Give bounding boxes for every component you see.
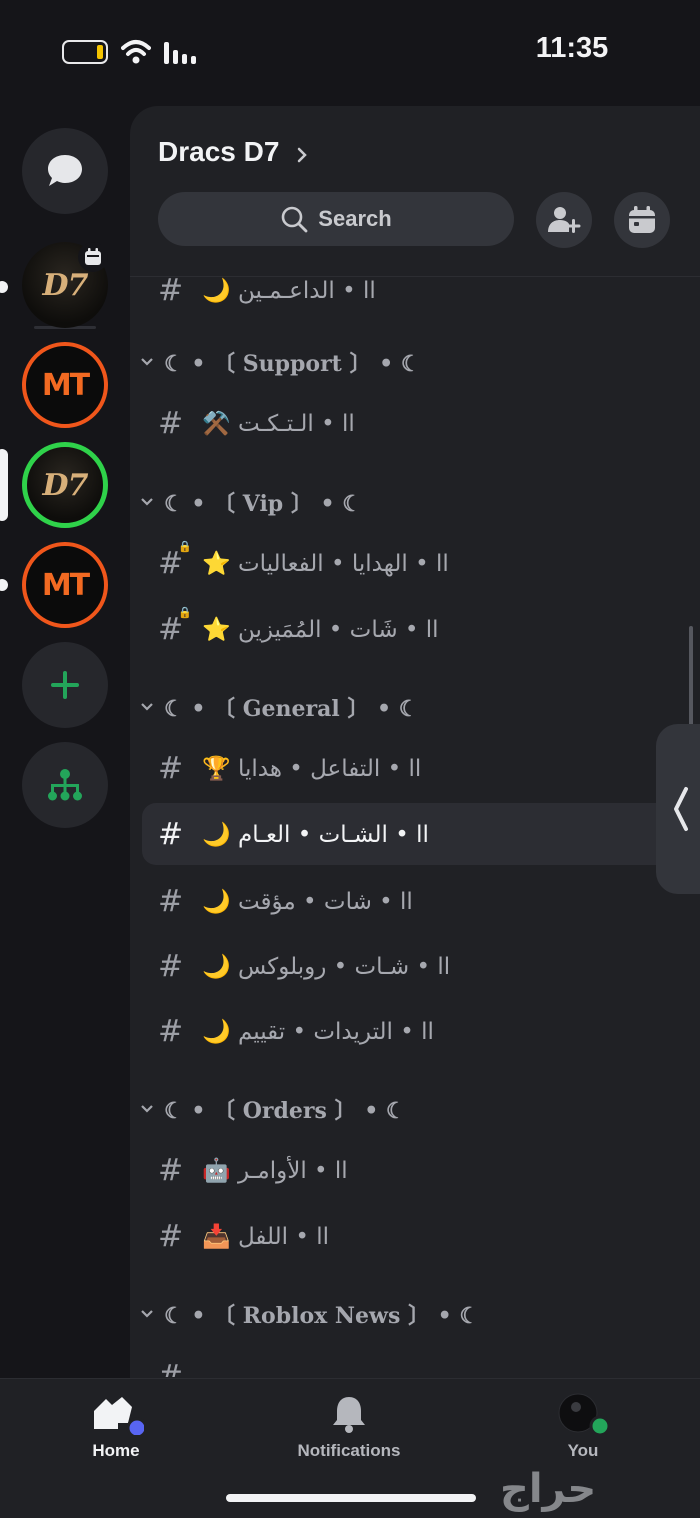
channel-item[interactable]: # 🤖 اا • الأوامـر [142,1139,670,1201]
channel-item[interactable]: # 🌙 اا • الداعـمـين [142,277,670,321]
unread-indicator [0,579,8,591]
chevron-down-icon [141,1105,153,1113]
tab-you[interactable]: You [513,1393,653,1473]
text-channel-icon: # [158,1152,184,1188]
channel-name: 🌙 اا • شـات • روبلوكس [202,953,451,980]
invite-button[interactable] [536,192,592,248]
direct-messages-button[interactable] [22,128,108,214]
tab-home[interactable]: Home [46,1393,186,1473]
events-button[interactable] [614,192,670,248]
channel-item[interactable]: # 🔒 ⭐ اا • شَات • المُمَيزين [142,598,670,660]
category-label: ☾ • 〔 Roblox News 〕 • ☾ [164,1303,480,1329]
channel-name: ⭐ اا • شَات • المُمَيزين [202,616,439,643]
server-rail: D7 MT D7 MT [0,100,130,1378]
plus-icon [51,671,79,699]
wifi-icon [121,40,151,64]
category-label: ☾ • 〔 Orders 〕 • ☾ [164,1098,406,1124]
add-member-icon [548,207,581,233]
text-channel-icon: # [158,1358,184,1378]
channel-name: 🌙 اا • الشـات • العـام [202,821,429,848]
cellular-signal-icon [164,42,196,64]
text-channel-icon: # [158,277,184,308]
category-general[interactable]: ☾ • 〔 General 〕 • ☾ [136,687,419,727]
channel-name: ⚒️ اا • الـتـكـت [202,410,355,437]
event-badge [78,242,108,272]
server-icon-d7-selected[interactable]: D7 [22,442,108,528]
bell-icon [333,1397,365,1433]
status-bar: 11:35 [0,0,700,100]
discover-button[interactable] [22,742,108,828]
channel-name: 🌙 اا • التريدات • تقييم [202,1018,434,1045]
category-label: ☾ • 〔 General 〕 • ☾ [164,696,419,722]
avatar [558,1393,610,1435]
member-drawer-handle[interactable] [656,724,700,894]
channel-item[interactable]: # [142,1345,670,1378]
category-orders[interactable]: ☾ • 〔 Orders 〕 • ☾ [136,1089,406,1129]
watermark-logo: حراج [500,1466,597,1512]
channel-item-selected[interactable]: # 🌙 اا • الشـات • العـام [142,803,670,865]
text-channel-icon: # [158,750,184,786]
search-bar[interactable]: Search [158,192,514,246]
channel-name: ⭐ اا • الهدايا • الفعاليات [202,550,449,577]
text-channel-icon: # [158,1218,184,1254]
text-channel-icon: # 🔒 [158,539,192,581]
server-name[interactable]: Dracs D7 [158,136,279,168]
category-roblox-news[interactable]: ☾ • 〔 Roblox News 〕 • ☾ [136,1294,479,1334]
unread-indicator [0,281,8,293]
search-icon [281,206,308,233]
channel-name: 🌙 اا • شات • مؤقت [202,888,413,915]
lock-icon: 🔒 [178,605,192,619]
chevron-down-icon [141,703,153,711]
channel-item[interactable]: # 📥 اا • اللفل [142,1205,670,1267]
chevron-down-icon [141,498,153,506]
battery-icon [62,40,108,64]
channel-name: 🌙 اا • الداعـمـين [202,277,376,304]
calendar-icon [629,206,655,233]
calendar-icon [85,248,101,265]
search-placeholder: Search [318,206,392,231]
channel-name: 🤖 اا • الأوامـر [202,1157,348,1184]
chevron-left-icon [674,787,688,831]
home-servers-icon [94,1397,144,1435]
tab-label: Home [92,1441,140,1460]
text-channel-icon: # [158,405,184,441]
server-icon-mt[interactable]: MT [22,542,108,628]
hierarchy-icon [48,769,82,801]
category-vip[interactable]: ☾ • 〔 Vip 〕 • ☾ [136,482,362,522]
channel-item[interactable]: # 🔒 ⭐ اا • الهدايا • الفعاليات [142,532,670,594]
channel-item[interactable]: # ⚒️ اا • الـتـكـت [142,392,670,454]
category-support[interactable]: ☾ • 〔 Support 〕 • ☾ [136,342,421,382]
channel-panel: Dracs D7 Search # 🌙 اا • الداعـمـين ☾ • … [130,106,700,1378]
text-channel-icon: # 🔒 [158,605,192,647]
channel-item[interactable]: # 🌙 اا • شات • مؤقت [142,870,670,932]
text-channel-icon: # [158,1013,184,1049]
chat-bubble-icon [48,155,82,186]
category-label: ☾ • 〔 Support 〕 • ☾ [164,351,421,377]
tab-label: Notifications [297,1441,401,1460]
channel-item[interactable]: # 🌙 اا • شـات • روبلوكس [142,935,670,997]
channel-item[interactable]: # 🏆 اا • التفاعل • هدايا [142,737,670,799]
text-channel-icon: # [158,883,184,919]
scrollbar[interactable] [689,626,693,726]
text-channel-icon: # [158,948,184,984]
home-indicator[interactable] [226,1494,476,1502]
channel-item[interactable]: # 🌙 اا • التريدات • تقييم [142,1000,670,1062]
selected-server-indicator [0,449,8,521]
chevron-down-icon [141,358,153,366]
server-icon-mt[interactable]: MT [22,342,108,428]
tab-notifications[interactable]: Notifications [279,1393,419,1473]
tab-label: You [567,1441,599,1460]
channel-list: # 🌙 اا • الداعـمـين ☾ • 〔 Support 〕 • ☾ … [130,277,700,1377]
add-server-button[interactable] [22,642,108,728]
text-channel-icon: # [158,816,184,852]
channel-name: 🏆 اا • التفاعل • هدايا [202,755,422,782]
chevron-right-icon[interactable] [296,146,308,164]
status-time: 11:35 [535,32,609,64]
channel-name: 📥 اا • اللفل [202,1223,329,1250]
category-label: ☾ • 〔 Vip 〕 • ☾ [164,491,362,517]
chevron-down-icon [141,1310,153,1318]
lock-icon: 🔒 [178,539,192,553]
